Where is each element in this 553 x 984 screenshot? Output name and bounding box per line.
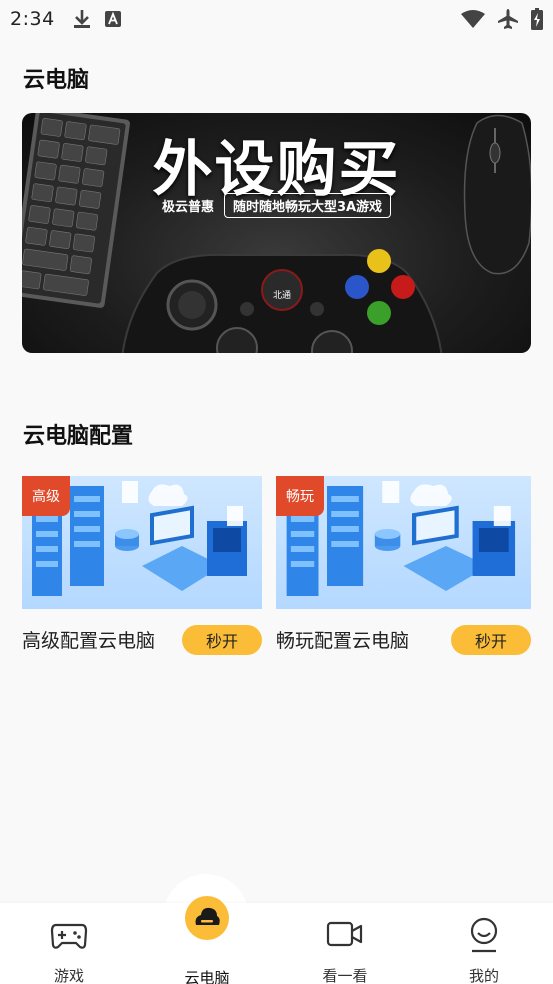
gamepad-icon xyxy=(50,923,88,949)
config-card-advanced[interactable]: 高级 xyxy=(22,476,262,609)
a-icon xyxy=(104,11,121,27)
cloud-pc-icon xyxy=(185,896,229,940)
card-name: 高级配置云电脑 xyxy=(22,630,156,652)
section-title-cloud-pc: 云电脑 xyxy=(23,68,90,93)
nav-label-games: 游戏 xyxy=(53,967,84,984)
card-name: 畅玩配置云电脑 xyxy=(276,630,410,652)
card-tag: 高级 xyxy=(22,476,70,516)
nav-item-watch[interactable]: 看一看 xyxy=(290,903,400,984)
card-tag: 畅玩 xyxy=(276,476,324,516)
wifi-icon xyxy=(461,10,485,28)
nav-item-games[interactable]: 游戏 xyxy=(14,903,124,984)
nav-label-cloud-pc: 云电脑 xyxy=(184,969,230,984)
bottom-nav: 游戏 云电脑 看一看 我的 xyxy=(0,896,553,984)
status-time: 2:34 xyxy=(10,8,55,30)
nav-label-watch: 看一看 xyxy=(322,967,368,984)
instant-open-button[interactable]: 秒开 xyxy=(451,625,531,655)
instant-open-button[interactable]: 秒开 xyxy=(182,625,262,655)
banner-slogan: 随时随地畅玩大型3A游戏 xyxy=(223,193,392,218)
status-bar: 2:34 xyxy=(0,0,553,38)
video-icon xyxy=(326,921,363,947)
promo-banner[interactable]: 外设购买 极云普惠 随时随地畅玩大型3A游戏 北通 xyxy=(22,113,531,353)
nav-label-mine: 我的 xyxy=(468,967,499,984)
gamepad-image: 北通 xyxy=(121,249,443,353)
nav-item-mine[interactable]: 我的 xyxy=(429,903,539,984)
download-icon xyxy=(73,10,90,28)
banner-brand: 极云普惠 xyxy=(161,200,214,215)
airplane-icon xyxy=(498,9,518,29)
config-card-play[interactable]: 畅玩 xyxy=(276,476,531,609)
battery-icon xyxy=(531,8,543,30)
svg-text:北通: 北通 xyxy=(273,290,291,301)
profile-icon xyxy=(470,917,498,953)
nav-item-cloud-pc[interactable]: 云电脑 xyxy=(152,896,262,984)
section-title-config: 云电脑配置 xyxy=(23,424,134,449)
